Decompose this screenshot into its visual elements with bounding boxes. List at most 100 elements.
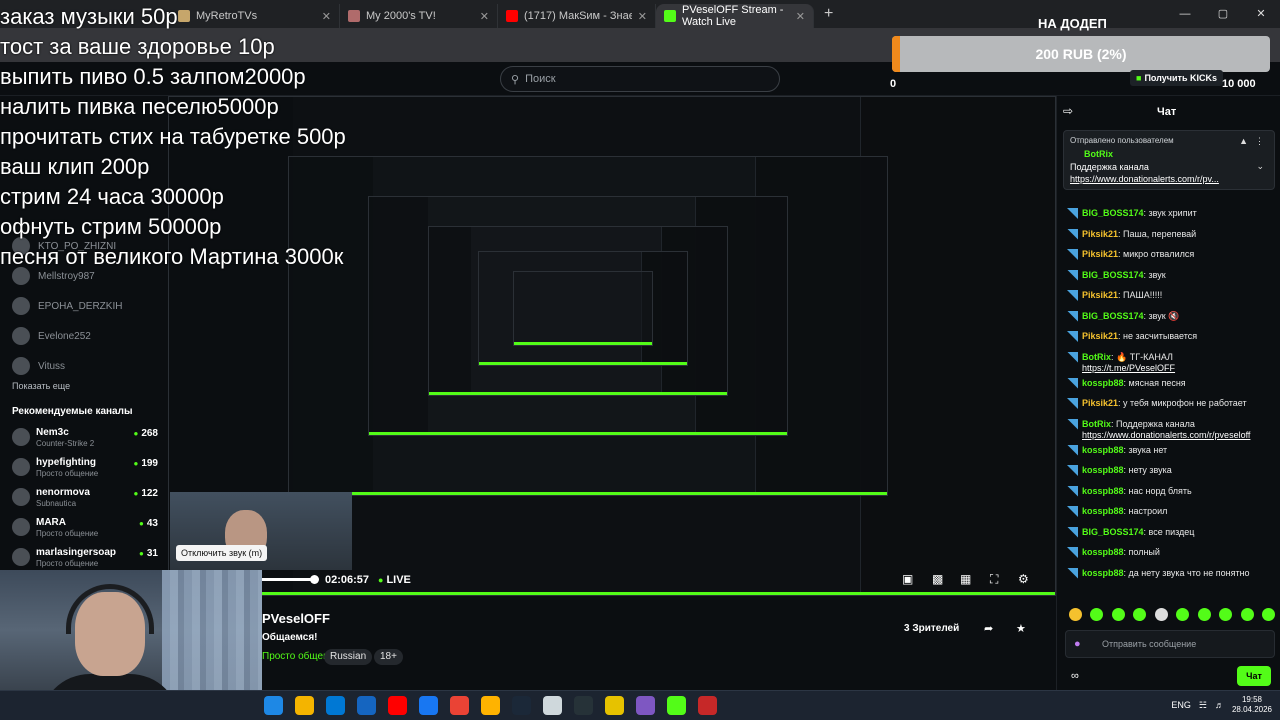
chat-username[interactable]: Piksik21	[1082, 331, 1118, 341]
chat-username[interactable]: kosspb88	[1082, 486, 1124, 496]
chat-username[interactable]: kosspb88	[1082, 465, 1124, 475]
language-indicator[interactable]: ENG	[1171, 700, 1191, 710]
minimize-button[interactable]: —	[1166, 0, 1204, 28]
followed-item[interactable]: EPOHA_DERZKIH	[12, 291, 122, 321]
emote-icon[interactable]	[1133, 608, 1147, 621]
chat-username[interactable]: kosspb88	[1082, 378, 1124, 388]
infinity-icon[interactable]: ∞	[1071, 670, 1079, 682]
chat-username[interactable]: Piksik21	[1082, 290, 1118, 300]
followed-item[interactable]: Vituss	[12, 351, 122, 381]
tab-kick-stream[interactable]: PVeselOFF Stream - Watch Live ✕	[656, 4, 814, 28]
tab-youtube[interactable]: (1717) МакSим - Знаешь ли ты ✕	[498, 4, 656, 28]
close-window-button[interactable]: ✕	[1242, 0, 1280, 28]
emote-bar	[1069, 608, 1275, 626]
taskbar-app-icon[interactable]	[543, 696, 562, 715]
pinned-user[interactable]: BotRix	[1084, 149, 1113, 159]
emote-icon[interactable]	[1090, 608, 1104, 621]
taskbar-app-icon[interactable]	[636, 696, 655, 715]
chat-username[interactable]: BIG_BOSS174	[1082, 270, 1144, 280]
search-input[interactable]: ⚲ Поиск	[500, 66, 780, 92]
emote-icon[interactable]	[1154, 608, 1168, 621]
chat-text: : настроил	[1123, 506, 1168, 516]
chat-text: : звук хрипит	[1143, 208, 1197, 218]
emote-icon[interactable]	[1261, 608, 1275, 621]
close-icon[interactable]: ✕	[480, 10, 489, 23]
share-icon[interactable]: ➦	[984, 622, 993, 635]
clip-icon[interactable]: ▦	[960, 572, 971, 586]
chat-link[interactable]: https://www.donationalerts.com/r/pveselo…	[1082, 430, 1250, 440]
chat-username[interactable]: BotRix	[1082, 419, 1111, 429]
settings-icon[interactable]: ⚙	[1018, 572, 1029, 586]
chat-username[interactable]: Piksik21	[1082, 249, 1118, 259]
chat-text: : нету звука	[1123, 465, 1172, 475]
theater-icon[interactable]: ▩	[932, 572, 943, 586]
more-icon[interactable]: ⋮	[1255, 136, 1264, 147]
emote-icon[interactable]	[1069, 608, 1082, 621]
taskbar-app-icon[interactable]	[450, 696, 469, 715]
taskbar-app-icon[interactable]	[698, 696, 717, 715]
chat-username[interactable]: BIG_BOSS174	[1082, 208, 1144, 218]
close-icon[interactable]: ✕	[638, 10, 647, 23]
seek-handle[interactable]	[310, 575, 319, 584]
chat-input[interactable]: ● Отправить сообщение	[1065, 630, 1275, 658]
pip-icon[interactable]: ▣	[902, 572, 913, 586]
tag-age[interactable]: 18+	[374, 649, 403, 665]
taskbar-app-icon[interactable]	[357, 696, 376, 715]
emote-icon[interactable]	[1197, 608, 1211, 621]
emote-icon[interactable]	[1219, 608, 1233, 621]
follow-icon[interactable]: ★	[1016, 622, 1026, 635]
recommended-item[interactable]: nenormovaSubnautica 122	[12, 484, 162, 514]
taskbar-app-icon[interactable]	[481, 696, 500, 715]
recommended-item[interactable]: Nem3cCounter-Strike 2 268	[12, 424, 162, 454]
close-icon[interactable]: ✕	[796, 10, 805, 23]
chat-username[interactable]: kosspb88	[1082, 506, 1124, 516]
taskbar-app-icon[interactable]	[419, 696, 438, 715]
show-more-link[interactable]: Показать еще	[12, 381, 70, 391]
wifi-icon[interactable]: ☵	[1199, 700, 1207, 711]
chat-username[interactable]: kosspb88	[1082, 547, 1124, 557]
chevron-down-icon[interactable]: ⌄	[1256, 161, 1264, 172]
avatar	[12, 297, 30, 315]
emote-icon[interactable]	[1111, 608, 1125, 621]
live-badge[interactable]: LIVE	[378, 574, 410, 586]
taskbar-app-icon[interactable]	[264, 696, 283, 715]
seek-bar[interactable]	[262, 578, 316, 581]
pinned-message[interactable]: Отправлено пользователем ▲ ⋮ BotRix Подд…	[1063, 130, 1275, 190]
chat-username[interactable]: BotRix	[1082, 352, 1111, 362]
chat-username[interactable]: BIG_BOSS174	[1082, 527, 1144, 537]
taskbar-app-icon[interactable]	[326, 696, 345, 715]
chat-username[interactable]: Piksik21	[1082, 398, 1118, 408]
fullscreen-icon[interactable]: ⛶	[990, 572, 998, 587]
new-tab-button[interactable]: +	[824, 5, 833, 23]
clock[interactable]: 19:58 28.04.2026	[1232, 695, 1272, 715]
taskbar-app-icon[interactable]	[512, 696, 531, 715]
taskbar-app-icon[interactable]	[388, 696, 407, 715]
tag-language[interactable]: Russian	[324, 649, 373, 665]
taskbar-app-icon[interactable]	[605, 696, 624, 715]
recommended-item[interactable]: hypefightingПросто общение 199	[12, 454, 162, 484]
microphone-icon[interactable]: ●	[1074, 638, 1081, 650]
stream-title: Общаемся!	[262, 632, 318, 643]
channel-name[interactable]: PVeselOFF	[262, 611, 330, 626]
chat-message: kosspb88: полный	[1067, 543, 1277, 564]
chat-link[interactable]: https://t.me/PVeselOFF	[1082, 363, 1175, 373]
emote-icon[interactable]	[1240, 608, 1254, 621]
taskbar-app-icon[interactable]	[295, 696, 314, 715]
chat-username[interactable]: BIG_BOSS174	[1082, 311, 1144, 321]
mute-tooltip: Отключить звук (m)	[176, 545, 268, 561]
taskbar-app-icon[interactable]	[667, 696, 686, 715]
recommended-item[interactable]: MARAПросто общение 43	[12, 514, 162, 544]
collapse-chat-icon[interactable]: ⇨	[1063, 104, 1073, 118]
taskbar-app-icon[interactable]	[574, 696, 593, 715]
volume-icon[interactable]: ♬	[1215, 700, 1224, 710]
pin-icon[interactable]: ▲	[1239, 136, 1248, 146]
get-kicks-button[interactable]: Получить KICKs	[1130, 70, 1223, 86]
followed-item[interactable]: Evelone252	[12, 321, 122, 351]
chat-username[interactable]: kosspb88	[1082, 445, 1124, 455]
chat-username[interactable]: kosspb88	[1082, 568, 1124, 578]
chat-username[interactable]: Piksik21	[1082, 229, 1118, 239]
send-chat-button[interactable]: Чат	[1237, 666, 1271, 686]
pinned-link[interactable]: https://www.donationalerts.com/r/pv...	[1070, 174, 1219, 184]
maximize-button[interactable]: ▢	[1204, 0, 1242, 28]
emote-icon[interactable]	[1176, 608, 1190, 621]
